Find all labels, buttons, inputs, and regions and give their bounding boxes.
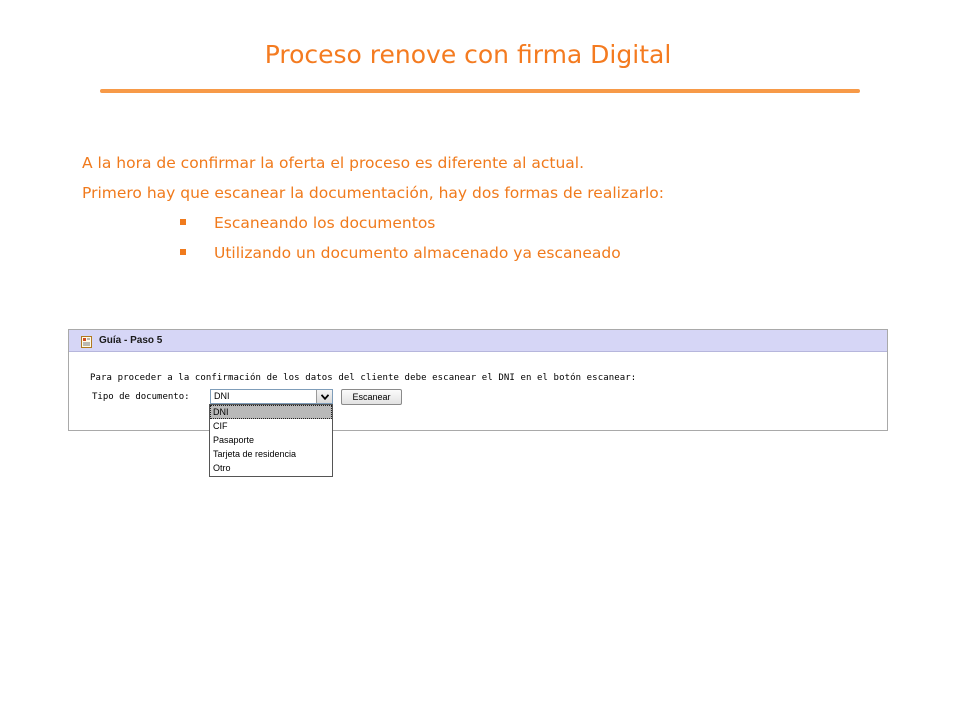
bullet-text: Escaneando los documentos xyxy=(214,214,436,232)
title-underline xyxy=(100,89,860,93)
bullet-text: Utilizando un documento almacenado ya es… xyxy=(214,244,621,262)
bullet-item: Utilizando un documento almacenado ya es… xyxy=(82,238,902,268)
instruction-text: Para proceder a la confirmación de los d… xyxy=(90,373,637,383)
panel-header: Guía - Paso 5 xyxy=(69,330,887,352)
panel-title: Guía - Paso 5 xyxy=(99,335,163,346)
paragraph-confirm-offer: A la hora de confirmar la oferta el proc… xyxy=(82,154,585,172)
scan-button[interactable]: Escanear xyxy=(341,389,402,405)
slide-title: Proceso renove con firma Digital xyxy=(264,40,672,69)
slide-body: A la hora de confirmar la oferta el proc… xyxy=(82,148,902,268)
option-otro[interactable]: Otro xyxy=(210,461,332,475)
doc-type-select[interactable]: DNI xyxy=(210,389,333,404)
square-bullet-icon xyxy=(180,219,186,225)
doc-type-label: Tipo de documento: xyxy=(92,392,190,402)
option-dni[interactable]: DNI xyxy=(210,405,332,419)
doc-type-options[interactable]: DNI CIF Pasaporte Tarjeta de residencia … xyxy=(209,404,333,477)
square-bullet-icon xyxy=(180,249,186,255)
chevron-down-icon[interactable] xyxy=(316,390,332,403)
paragraph-scan-docs: Primero hay que escanear la documentació… xyxy=(82,184,664,202)
select-value: DNI xyxy=(214,391,230,401)
option-pasaporte[interactable]: Pasaporte xyxy=(210,433,332,447)
bullet-item: Escaneando los documentos xyxy=(82,208,902,238)
guide-panel: Guía - Paso 5 Para proceder a la confirm… xyxy=(68,329,888,431)
option-tarjeta-residencia[interactable]: Tarjeta de residencia xyxy=(210,447,332,461)
option-cif[interactable]: CIF xyxy=(210,419,332,433)
document-icon xyxy=(81,335,92,348)
